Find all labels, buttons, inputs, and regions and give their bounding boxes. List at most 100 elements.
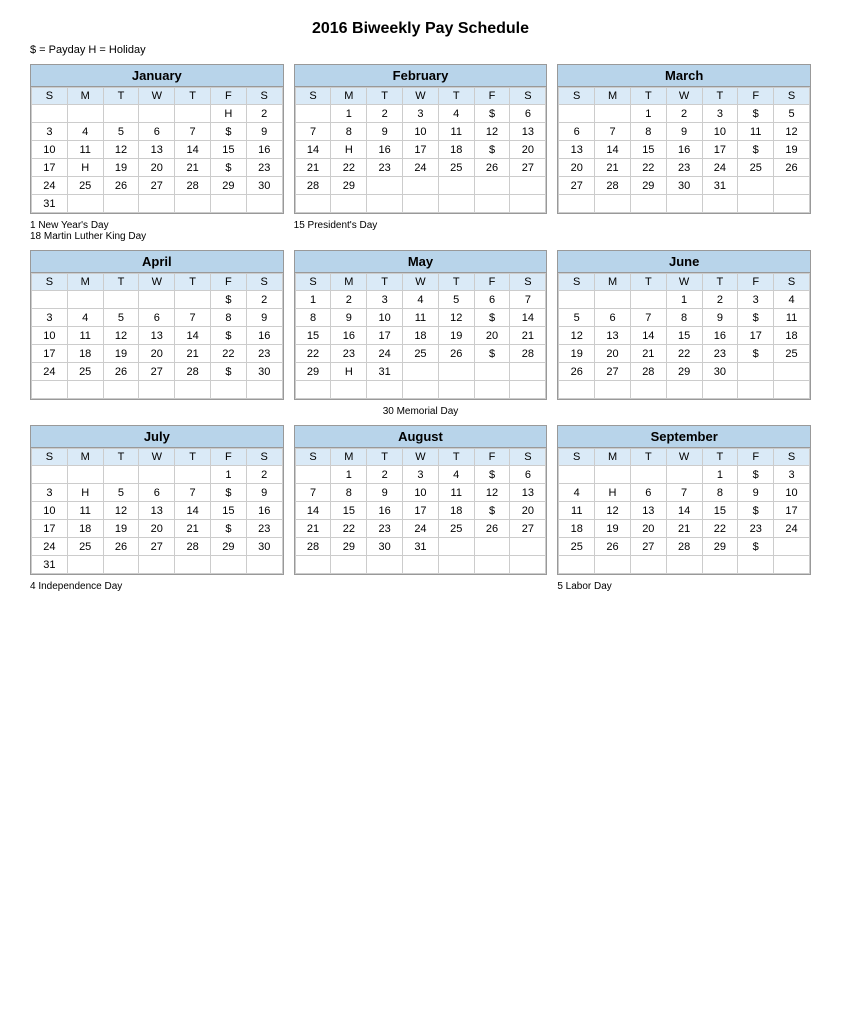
calendar-cell: 11 <box>559 502 595 520</box>
calendar-cell: 18 <box>67 345 103 363</box>
day-header: S <box>295 274 331 291</box>
calendar-cell: 26 <box>474 520 510 538</box>
calendar-cell <box>367 381 403 399</box>
calendar-cell: $ <box>738 538 774 556</box>
calendar-cell <box>246 381 282 399</box>
month-header-april: April <box>31 251 283 273</box>
calendar-cell: 13 <box>630 502 666 520</box>
calendar-cell: 8 <box>331 123 367 141</box>
calendar-cell: 8 <box>702 484 738 502</box>
day-header: W <box>666 274 702 291</box>
calendar-cell: 9 <box>666 123 702 141</box>
calendar-cell <box>438 195 474 213</box>
calendar-cell <box>595 466 631 484</box>
calendar-cell: 27 <box>510 520 546 538</box>
calendar-cell <box>295 466 331 484</box>
calendar-cell <box>295 381 331 399</box>
day-header: S <box>32 449 68 466</box>
calendar-cell <box>702 556 738 574</box>
calendar-cell: 21 <box>510 327 546 345</box>
calendar-march: MarchSMTWTFS123$567891011121314151617$19… <box>557 64 811 214</box>
calendar-cell: 12 <box>103 327 139 345</box>
day-header: F <box>210 449 246 466</box>
calendar-cell: 31 <box>367 363 403 381</box>
calendar-cell: 7 <box>175 484 211 502</box>
calendar-cell: 4 <box>774 291 810 309</box>
calendar-cell: 2 <box>246 105 282 123</box>
calendar-cell <box>630 381 666 399</box>
day-header: T <box>103 274 139 291</box>
calendar-cell: 22 <box>210 345 246 363</box>
day-header: F <box>210 88 246 105</box>
calendar-cell: 9 <box>246 123 282 141</box>
calendar-cell: 29 <box>630 177 666 195</box>
calendar-cell: 3 <box>403 105 439 123</box>
calendar-cell: 10 <box>32 327 68 345</box>
month-header-february: February <box>295 65 547 87</box>
calendar-cell <box>738 381 774 399</box>
month-header-august: August <box>295 426 547 448</box>
calendar-cell: 2 <box>702 291 738 309</box>
calendar-cell: $ <box>210 291 246 309</box>
day-header: T <box>438 88 474 105</box>
calendar-cell: 23 <box>367 159 403 177</box>
month-notes-june <box>557 406 811 417</box>
calendar-cell <box>630 556 666 574</box>
calendar-cell: $ <box>210 363 246 381</box>
month-header-june: June <box>558 251 810 273</box>
month-notes-may: 30 Memorial Day <box>294 406 548 417</box>
day-header: T <box>630 274 666 291</box>
calendar-cell: 4 <box>67 123 103 141</box>
calendar-cell: 9 <box>367 484 403 502</box>
calendar-cell: 30 <box>246 538 282 556</box>
calendar-cell: 3 <box>738 291 774 309</box>
day-header: T <box>630 88 666 105</box>
calendar-cell <box>595 291 631 309</box>
calendar-table-september: SMTWTFS1$34H6789101112131415$17181920212… <box>558 448 810 574</box>
calendar-cell <box>175 381 211 399</box>
calendar-cell <box>32 291 68 309</box>
calendar-cell: 10 <box>403 123 439 141</box>
calendar-cell: 1 <box>702 466 738 484</box>
calendar-cell: 17 <box>403 502 439 520</box>
day-header: W <box>139 274 175 291</box>
calendar-cell: 7 <box>630 309 666 327</box>
calendar-cell: 16 <box>367 502 403 520</box>
day-header: S <box>295 449 331 466</box>
calendar-cell: 16 <box>246 327 282 345</box>
calendar-cell: H <box>210 105 246 123</box>
calendar-cell <box>367 177 403 195</box>
month-notes-march <box>557 220 811 242</box>
calendar-cell <box>438 363 474 381</box>
calendar-cell: 8 <box>295 309 331 327</box>
calendar-cell: 21 <box>295 520 331 538</box>
calendar-cell: 23 <box>331 345 367 363</box>
calendar-cell: 9 <box>331 309 367 327</box>
calendar-cell: 6 <box>139 309 175 327</box>
calendar-cell <box>595 381 631 399</box>
day-header: M <box>595 449 631 466</box>
calendar-cell: 11 <box>438 123 474 141</box>
day-header: S <box>559 88 595 105</box>
calendar-cell: 7 <box>295 484 331 502</box>
calendar-cell: 28 <box>295 177 331 195</box>
calendar-cell: $ <box>474 502 510 520</box>
calendar-cell: 1 <box>331 466 367 484</box>
calendar-cell: 16 <box>367 141 403 159</box>
calendar-cell <box>438 556 474 574</box>
calendar-cell <box>559 381 595 399</box>
day-header: W <box>666 449 702 466</box>
calendar-cell: 21 <box>175 159 211 177</box>
calendar-cell: 11 <box>738 123 774 141</box>
calendar-cell: $ <box>474 141 510 159</box>
day-header: T <box>438 274 474 291</box>
calendar-table-april: SMTWTFS$234567891011121314$1617181920212… <box>31 273 283 399</box>
calendar-cell: 17 <box>32 520 68 538</box>
calendar-cell: 12 <box>595 502 631 520</box>
calendar-cell: 28 <box>175 363 211 381</box>
calendar-cell: 18 <box>559 520 595 538</box>
calendar-cell: 31 <box>702 177 738 195</box>
calendar-cell: 27 <box>139 363 175 381</box>
calendar-cell: 9 <box>702 309 738 327</box>
day-header: M <box>331 274 367 291</box>
